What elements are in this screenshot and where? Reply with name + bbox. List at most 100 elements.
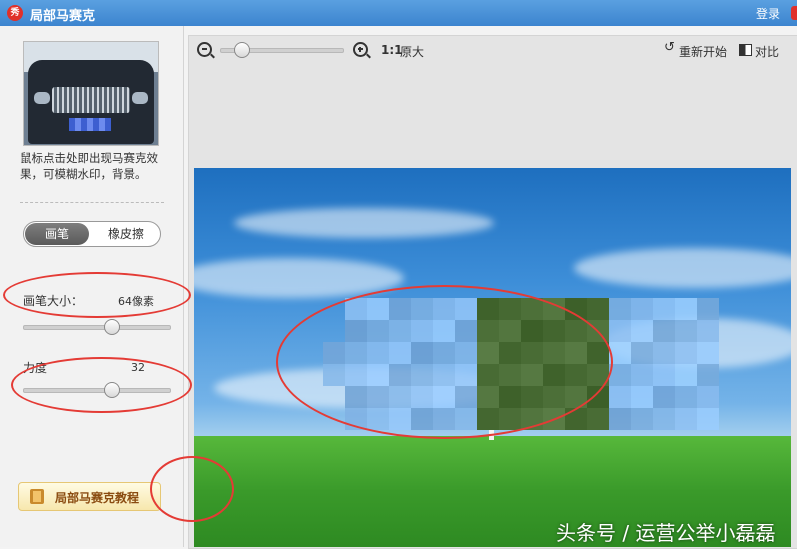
mosaic-cell	[565, 364, 587, 386]
mosaic-cell	[389, 364, 411, 386]
cloud	[194, 258, 404, 298]
mosaic-cell	[697, 320, 719, 342]
cloud	[574, 248, 791, 288]
mosaic-cell	[367, 342, 389, 364]
thumb-headlight	[132, 92, 148, 104]
mosaic-cell	[543, 298, 565, 320]
login-link[interactable]: 登录	[756, 5, 780, 22]
strength-slider-knob[interactable]	[104, 382, 120, 398]
mosaic-cell	[631, 320, 653, 342]
mosaic-cell	[367, 386, 389, 408]
mosaic-cell	[521, 320, 543, 342]
mosaic-cell	[653, 386, 675, 408]
brush-size-value: 64像素	[118, 295, 154, 308]
mosaic-cell	[587, 386, 609, 408]
mosaic-cell	[389, 298, 411, 320]
mosaic-cell	[477, 364, 499, 386]
mosaic-cell	[521, 408, 543, 430]
mosaic-cell	[389, 342, 411, 364]
sidebar: 鼠标点击处即出现马赛克效果，可模糊水印，背景。 画笔 橡皮擦 画笔大小： 64像…	[0, 26, 184, 547]
eraser-tool-button[interactable]: 橡皮擦	[92, 222, 160, 246]
strength-slider[interactable]	[23, 382, 171, 398]
brush-size-label: 画笔大小：	[23, 294, 84, 308]
compare-icon[interactable]	[739, 44, 752, 56]
mosaic-cell	[345, 320, 367, 342]
brush-tool-button[interactable]: 画笔	[25, 223, 89, 245]
zoom-in-icon[interactable]	[353, 42, 368, 57]
thumb-headlight	[34, 92, 50, 104]
mosaic-cell	[389, 408, 411, 430]
tutorial-button[interactable]: 局部马赛克教程	[18, 482, 161, 511]
edited-photo[interactable]	[194, 168, 791, 547]
mosaic-cell	[653, 364, 675, 386]
mosaic-cell	[345, 386, 367, 408]
mosaic-cell	[587, 408, 609, 430]
cloud	[234, 208, 494, 238]
mosaic-cell	[631, 408, 653, 430]
mosaic-cell	[455, 298, 477, 320]
brush-size-slider-knob[interactable]	[104, 319, 120, 335]
thumb-grille	[52, 87, 130, 113]
compare-button[interactable]: 对比	[755, 43, 779, 60]
mosaic-cell	[587, 364, 609, 386]
mosaic-cell	[609, 386, 631, 408]
mosaic-cell	[345, 408, 367, 430]
mosaic-cell	[367, 320, 389, 342]
mosaic-cell	[411, 342, 433, 364]
restart-button[interactable]: 重新开始	[679, 43, 727, 60]
mosaic-cell	[565, 298, 587, 320]
mosaic-cell	[631, 342, 653, 364]
mosaic-cell	[543, 408, 565, 430]
mosaic-cell	[675, 408, 697, 430]
zoom-slider[interactable]	[220, 42, 344, 58]
zoom-slider-knob[interactable]	[234, 42, 250, 58]
mosaic-cell	[411, 408, 433, 430]
mosaic-cell	[565, 386, 587, 408]
mosaic-cell	[367, 298, 389, 320]
corner-logo-icon	[791, 6, 797, 20]
mosaic-cell	[565, 342, 587, 364]
mosaic-cell	[587, 298, 609, 320]
title-bar: 秀 局部马赛克 登录	[0, 0, 797, 26]
mosaic-cell	[411, 386, 433, 408]
mosaic-cell	[587, 342, 609, 364]
mosaic-cell	[433, 364, 455, 386]
mosaic-cell	[433, 320, 455, 342]
tool-toggle: 画笔 橡皮擦	[23, 221, 161, 247]
mosaic-cell	[455, 386, 477, 408]
mosaic-cell	[565, 408, 587, 430]
mosaic-cell	[477, 298, 499, 320]
restart-icon[interactable]: ↺	[664, 41, 676, 54]
mosaic-cell	[433, 386, 455, 408]
mosaic-cell	[323, 342, 345, 364]
mosaic-cell	[433, 298, 455, 320]
mosaic-cell	[609, 342, 631, 364]
mosaic-cell	[345, 342, 367, 364]
mosaic-cell	[653, 298, 675, 320]
zoom-out-icon[interactable]	[197, 42, 212, 57]
mosaic-cell	[499, 364, 521, 386]
mosaic-cell	[389, 320, 411, 342]
mosaic-cell	[543, 342, 565, 364]
mosaic-cell	[565, 320, 587, 342]
mosaic-cell	[345, 364, 367, 386]
mosaic-cell	[499, 298, 521, 320]
mosaic-cell	[477, 342, 499, 364]
original-size-button[interactable]: 原大	[400, 43, 424, 60]
strength-value: 32	[131, 361, 145, 374]
brush-size-slider[interactable]	[23, 319, 171, 335]
mosaic-cell	[521, 364, 543, 386]
mosaic-cell	[609, 364, 631, 386]
mosaic-cell	[587, 320, 609, 342]
mosaic-cell	[697, 342, 719, 364]
preview-thumbnail[interactable]	[23, 41, 159, 146]
mosaic-cell	[521, 386, 543, 408]
mosaic-cell	[477, 408, 499, 430]
mosaic-cell	[367, 408, 389, 430]
mosaic-cell	[477, 320, 499, 342]
mosaic-cell	[455, 342, 477, 364]
mosaic-cell	[345, 298, 367, 320]
mosaic-cell	[697, 386, 719, 408]
mosaic-cell	[675, 298, 697, 320]
mosaic-cell	[367, 364, 389, 386]
